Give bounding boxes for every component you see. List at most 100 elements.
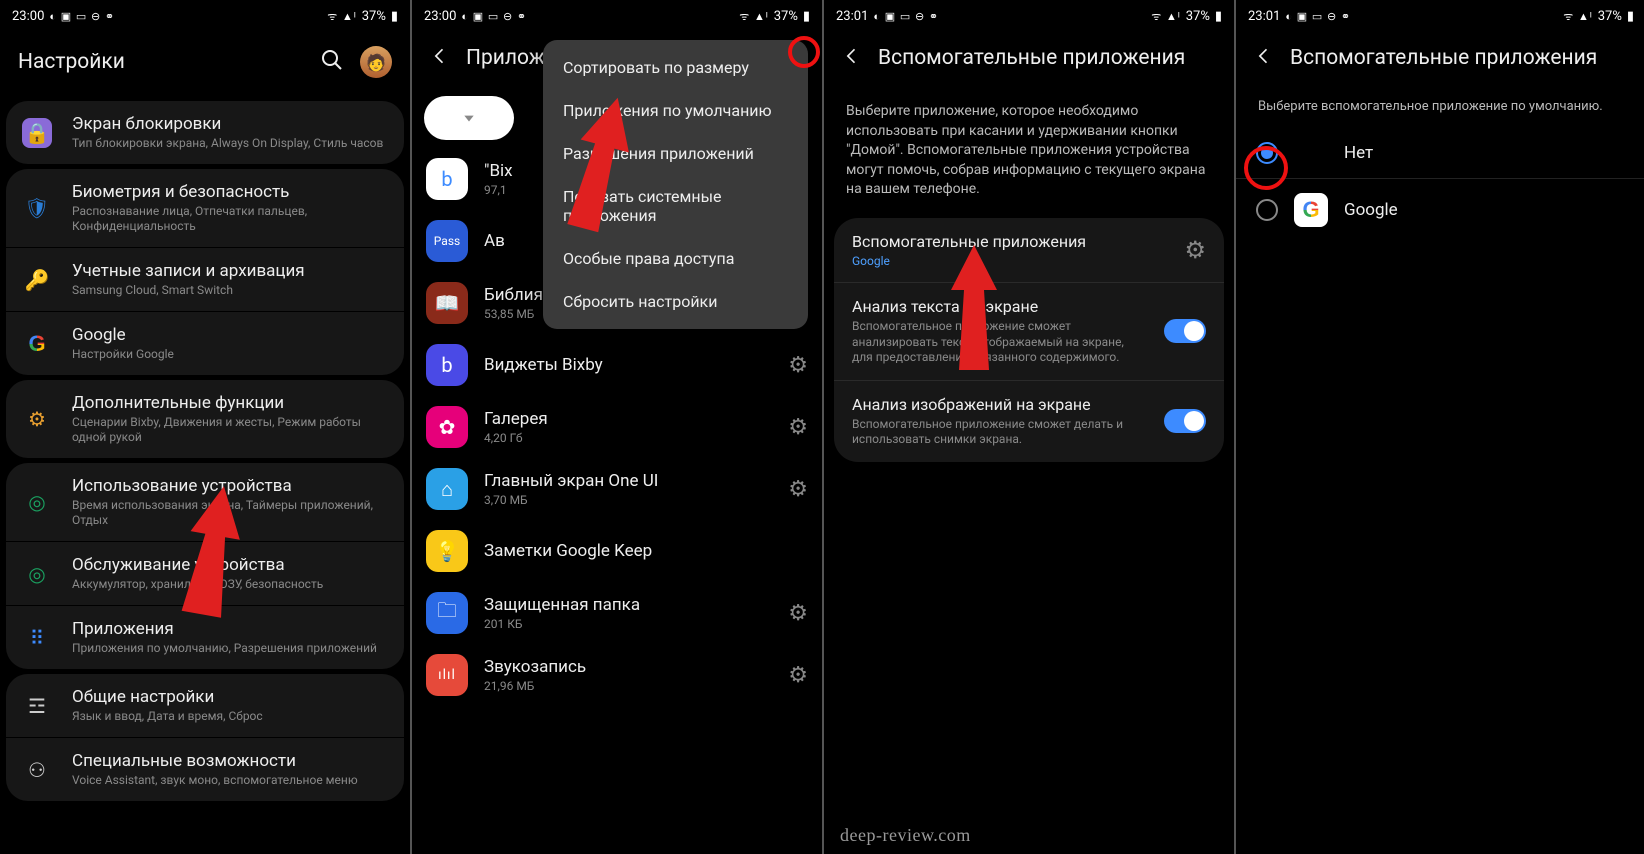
gear-icon[interactable]: ⚙ — [1184, 236, 1206, 264]
app-row[interactable]: ılıl Звукозапись21,96 МБ ⚙ — [412, 644, 822, 706]
key-icon: 🔑 — [20, 263, 54, 297]
menu-show-system[interactable]: Показать системные приложения — [543, 175, 808, 237]
menu-special-access[interactable]: Особые права доступа — [543, 237, 808, 280]
page-title: Вспомогательные приложения — [878, 46, 1216, 70]
radio-label: Google — [1344, 200, 1398, 220]
app-icon: Pass — [426, 220, 468, 262]
analyze-text-row[interactable]: Анализ текста на экране Вспомогательное … — [834, 282, 1224, 380]
assist-app-row[interactable]: Вспомогательные приложения Google ⚙ — [834, 218, 1224, 282]
settings-item-accounts[interactable]: 🔑 Учетные записи и архивацияSamsung Clou… — [6, 248, 404, 311]
screen-assist-select: 23:01◐ ▣ ▭ ⊖ ⚭ ᯤ ▲ᴵ37%▮ Вспомогательные … — [1236, 0, 1644, 854]
row-sub: Вспомогательное приложение сможет делать… — [852, 417, 1144, 448]
status-icons-right: ᯤ ▲ᴵ — [327, 9, 357, 24]
description: Выберите приложение, которое необходимо … — [824, 88, 1234, 218]
circle-icon: ◎ — [20, 557, 54, 591]
settings-item-advanced[interactable]: ⚙ Дополнительные функцииСценарии Bixby, … — [6, 380, 404, 458]
lock-icon: 🔒 — [20, 116, 54, 150]
page-title: Вспомогательные приложения — [1290, 46, 1628, 70]
status-bar: 23:00 ◐ ▣ ▭ ⊖ ⚭ ᯤ ▲ᴵ 37% ▮ — [0, 0, 410, 32]
settings-item-care[interactable]: ◎ Обслуживание устройстваАккумулятор, хр… — [6, 542, 404, 605]
app-icon: 📖 — [426, 282, 468, 324]
menu-sort-by-size[interactable]: Сортировать по размеру — [543, 46, 808, 89]
status-time: 23:00 — [12, 9, 44, 24]
accessibility-icon: ⚇ — [20, 753, 54, 787]
gear-icon[interactable]: ⚙ — [788, 415, 808, 440]
back-button[interactable] — [842, 46, 862, 70]
gear-icon[interactable]: ⚙ — [788, 477, 808, 502]
status-bar: 23:00◐ ▣ ▭ ⊖ ⚭ ᯤ ▲ᴵ37%▮ — [412, 0, 822, 32]
app-row[interactable]: 🗀 Защищенная папка201 КБ ⚙ — [412, 582, 822, 644]
sliders-icon: ☲ — [20, 689, 54, 723]
radio-label: Нет — [1344, 143, 1373, 163]
app-icon: b — [426, 158, 468, 200]
shield-icon: 🛡 — [20, 191, 54, 225]
screen-apps: 23:00◐ ▣ ▭ ⊖ ⚭ ᯤ ▲ᴵ37%▮ Прилож b "Bix97,… — [412, 0, 822, 854]
radio-option-none[interactable]: Нет — [1236, 128, 1644, 179]
row-label: Анализ изображений на экране — [852, 395, 1144, 414]
row-label: Анализ текста на экране — [852, 297, 1144, 316]
settings-item-accessibility[interactable]: ⚇ Специальные возможностиVoice Assistant… — [6, 738, 404, 801]
radio-button[interactable] — [1256, 142, 1278, 164]
gear-icon: ⚙ — [20, 402, 54, 436]
back-button[interactable] — [430, 46, 450, 70]
radio-button[interactable] — [1256, 199, 1278, 221]
apps-icon: ⠿ — [20, 621, 54, 655]
toggle-switch[interactable] — [1164, 409, 1206, 433]
settings-item-wellbeing[interactable]: ◎ Использование устройстваВремя использо… — [6, 463, 404, 541]
header: Вспомогательные приложения — [1236, 32, 1644, 88]
settings-item-google[interactable]: G GoogleНастройки Google — [6, 312, 404, 375]
app-icon: ✿ — [426, 406, 468, 448]
app-icon: ⌂ — [426, 468, 468, 510]
status-bar: 23:01◐ ▣ ▭ ⊖ ⚭ ᯤ ▲ᴵ37%▮ — [824, 0, 1234, 32]
gear-icon[interactable]: ⚙ — [788, 601, 808, 626]
settings-item-biometrics[interactable]: 🛡 Биометрия и безопасностьРаспознавание … — [6, 169, 404, 247]
app-row[interactable]: ✿ Галерея4,20 Гб ⚙ — [412, 396, 822, 458]
status-bar: 23:01◐ ▣ ▭ ⊖ ⚭ ᯤ ▲ᴵ37%▮ — [1236, 0, 1644, 32]
row-value: Google — [852, 254, 1164, 268]
app-row[interactable]: 💡 Заметки Google Keep — [412, 520, 822, 582]
battery-icon: ▮ — [803, 9, 810, 24]
header: Настройки 🧑 — [0, 32, 410, 96]
page-title: Настройки — [18, 50, 304, 74]
row-sub: Вспомогательное приложение сможет анализ… — [852, 319, 1144, 366]
menu-app-permissions[interactable]: Разрешения приложений — [543, 132, 808, 175]
menu-default-apps[interactable]: Приложения по умолчанию — [543, 89, 808, 132]
screen-assist-apps: 23:01◐ ▣ ▭ ⊖ ⚭ ᯤ ▲ᴵ37%▮ Вспомогательные … — [824, 0, 1234, 854]
google-icon: G — [20, 327, 54, 361]
battery-icon: ▮ — [391, 9, 398, 24]
app-icon: b — [426, 344, 468, 386]
google-icon: G — [1294, 193, 1328, 227]
settings-item-lockscreen[interactable]: 🔒 Экран блокировки Тип блокировки экрана,… — [6, 101, 404, 164]
avatar[interactable]: 🧑 — [360, 46, 392, 78]
settings-item-general[interactable]: ☲ Общие настройкиЯзык и ввод, Дата и вре… — [6, 674, 404, 737]
row-label: Вспомогательные приложения — [852, 232, 1164, 251]
app-icon: ılıl — [426, 654, 468, 696]
app-row[interactable]: b Виджеты Bixby ⚙ — [412, 334, 822, 396]
item-label: Экран блокировки — [72, 114, 390, 134]
item-sub: Тип блокировки экрана, Always On Display… — [72, 136, 390, 151]
filter-dropdown[interactable] — [424, 96, 514, 140]
toggle-switch[interactable] — [1164, 319, 1206, 343]
app-row[interactable]: ⌂ Главный экран One UI3,70 МБ ⚙ — [412, 458, 822, 520]
circle-icon: ◎ — [20, 485, 54, 519]
battery-icon: ▮ — [1627, 9, 1634, 24]
assist-card: Вспомогательные приложения Google ⚙ Анал… — [834, 218, 1224, 462]
app-icon: 💡 — [426, 530, 468, 572]
overflow-menu: Сортировать по размеру Приложения по умо… — [543, 40, 808, 329]
settings-item-apps[interactable]: ⠿ ПриложенияПриложения по умолчанию, Раз… — [6, 606, 404, 669]
gear-icon[interactable]: ⚙ — [788, 663, 808, 688]
status-icons-left: ◐ ▣ ▭ ⊖ ⚭ — [49, 10, 115, 23]
gear-icon[interactable]: ⚙ — [788, 353, 808, 378]
app-icon: 🗀 — [426, 592, 468, 634]
header: Вспомогательные приложения — [824, 32, 1234, 88]
status-battery: 37% — [362, 9, 386, 24]
analyze-images-row[interactable]: Анализ изображений на экране Вспомогател… — [834, 380, 1224, 462]
screen-settings: 23:00 ◐ ▣ ▭ ⊖ ⚭ ᯤ ▲ᴵ 37% ▮ Настройки 🧑 🔒… — [0, 0, 410, 854]
description: Выберите вспомогательное приложение по у… — [1236, 88, 1644, 128]
search-icon[interactable] — [320, 48, 344, 76]
back-button[interactable] — [1254, 46, 1274, 70]
battery-icon: ▮ — [1215, 9, 1222, 24]
menu-reset[interactable]: Сбросить настройки — [543, 280, 808, 323]
radio-option-google[interactable]: G Google — [1236, 179, 1644, 241]
watermark: deep-review.com — [840, 825, 971, 846]
